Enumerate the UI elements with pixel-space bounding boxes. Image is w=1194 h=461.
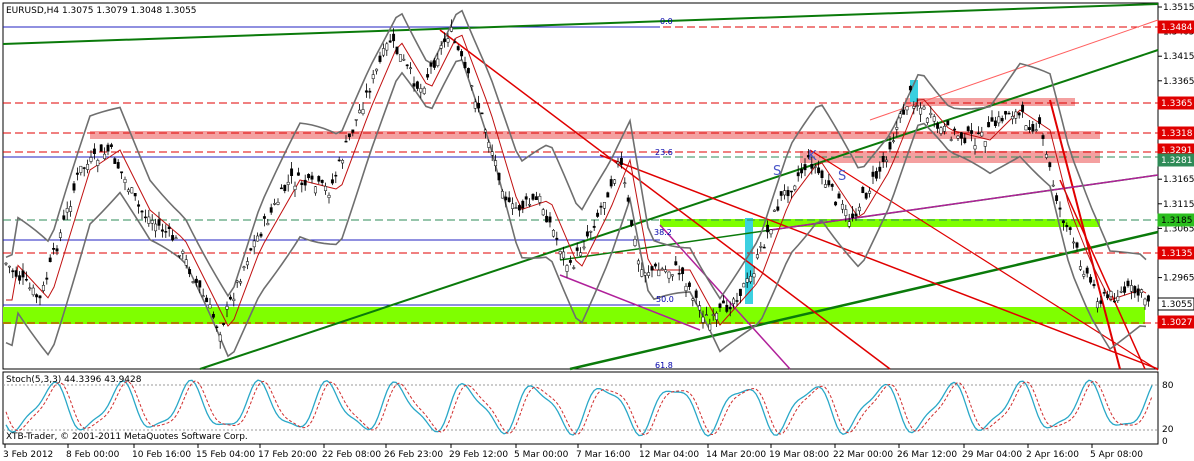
copyright-text: XTB-Trader, © 2001-2011 MetaQuotes Softw… <box>6 432 248 442</box>
fib-label-0: 0.0 <box>660 17 673 26</box>
price-tag-value: 1.3281 <box>1161 156 1193 166</box>
price-chart[interactable]: 0.0 23.6 38.2 50.0 61.8 S K S EURUSD,H4 … <box>0 0 1194 461</box>
price-tick: 1.3515 <box>1163 3 1194 13</box>
price-axis: 1.35151.34651.34151.33651.33151.32651.32… <box>1158 3 1194 284</box>
time-tick: 5 Apr 08:00 <box>1090 450 1143 460</box>
chart-window[interactable]: 0.0 23.6 38.2 50.0 61.8 S K S EURUSD,H4 … <box>0 0 1194 461</box>
wave-label-k: K <box>808 149 817 164</box>
fib-label-23-6: 23.6 <box>655 148 673 157</box>
price-tag-value: 1.3484 <box>1161 23 1193 33</box>
price-tick: 1.3365 <box>1163 77 1194 87</box>
time-tick: 29 Feb 12:00 <box>449 450 508 460</box>
price-tag-value: 1.3318 <box>1161 129 1193 139</box>
stoch-tick-20: 20 <box>1162 425 1174 435</box>
time-tick: 10 Feb 16:00 <box>132 450 191 460</box>
time-axis: 3 Feb 2012 8 Feb 00:00 10 Feb 16:00 15 Feb … <box>3 444 1143 460</box>
stoch-tick-0: 0 <box>1162 437 1168 447</box>
fib-label-50: 50.0 <box>656 295 674 304</box>
time-tick: 2 Apr 16:00 <box>1026 450 1079 460</box>
stoch-header: Stoch(5,3,3) 44.3396 43.9428 <box>6 375 142 385</box>
time-tick: 29 Mar 04:00 <box>962 450 1022 460</box>
price-tag-value: 1.3135 <box>1161 249 1193 259</box>
time-tick: 7 Mar 16:00 <box>576 450 631 460</box>
stoch-tick-80: 80 <box>1162 381 1174 391</box>
wave-label-s-right: S <box>838 169 846 184</box>
fib-label-38-2: 38.2 <box>654 228 672 237</box>
price-tick: 1.2965 <box>1163 274 1194 284</box>
price-tick: 1.3415 <box>1163 52 1194 62</box>
price-tag-value: 1.3185 <box>1161 216 1193 226</box>
symbol-header: EURUSD,H4 1.3075 1.3079 1.3048 1.3055 <box>6 6 197 16</box>
price-tick: 1.3165 <box>1163 175 1194 185</box>
wave-label-s-left: S <box>773 164 781 179</box>
time-tick: 26 Feb 23:00 <box>384 450 443 460</box>
time-tick: 19 Mar 08:00 <box>769 450 829 460</box>
time-tick: 8 Feb 00:00 <box>66 450 120 460</box>
price-tick: 1.3115 <box>1163 200 1194 210</box>
time-tick: 3 Feb 2012 <box>3 450 53 460</box>
time-tick: 14 Mar 20:00 <box>706 450 766 460</box>
price-tag-value: 1.3055 <box>1161 300 1193 310</box>
time-tick: 12 Mar 04:00 <box>639 450 699 460</box>
time-tick: 26 Mar 12:00 <box>897 450 957 460</box>
price-tag-value: 1.3027 <box>1161 318 1193 328</box>
price-tag-value: 1.3365 <box>1161 99 1193 109</box>
resistance-zone-1318 <box>90 131 1100 139</box>
time-tick: 22 Mar 00:00 <box>833 450 893 460</box>
fib-label-61-8: 61.8 <box>655 361 673 370</box>
time-tick: 15 Feb 04:00 <box>196 450 255 460</box>
time-tick: 17 Feb 20:00 <box>258 450 317 460</box>
time-tick: 5 Mar 00:00 <box>514 450 569 460</box>
time-tick: 22 Feb 08:00 <box>322 450 381 460</box>
